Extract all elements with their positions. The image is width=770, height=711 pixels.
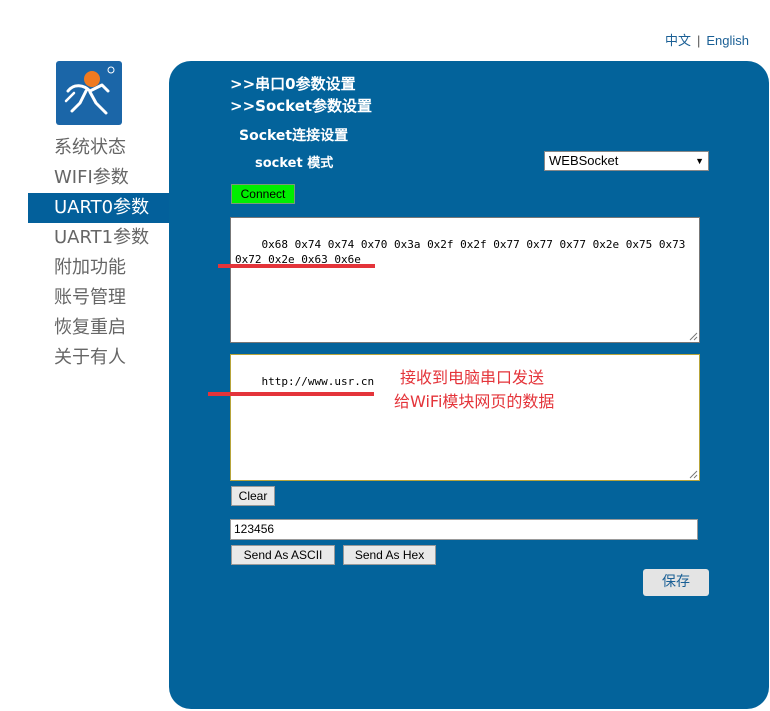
annotation-line-1: 接收到电脑串口发送 [400,368,545,387]
sidebar-item-wifi-params[interactable]: WIFI参数 [28,163,169,193]
sidebar-item-extra-functions[interactable]: 附加功能 [28,253,169,283]
resize-handle-icon[interactable] [689,470,698,479]
sidebar-item-account-management[interactable]: 账号管理 [28,283,169,313]
section-title: Socket连接设置 [239,128,349,144]
chinese-link[interactable]: 中文 [665,33,691,48]
sidebar-nav: 系统状态 WIFI参数 UART0参数 UART1参数 附加功能 账号管理 恢复… [28,133,169,373]
socket-mode-value: WEBSocket [549,153,619,168]
send-as-hex-button[interactable]: Send As Hex [343,545,436,565]
send-area-text: http://www.usr.cn [261,375,375,388]
sidebar-item-system-status[interactable]: 系统状态 [28,133,169,163]
sidebar-item-about[interactable]: 关于有人 [28,343,169,373]
receive-text: 0x68 0x74 0x74 0x70 0x3a 0x2f 0x2f 0x77 … [235,238,692,266]
dropdown-arrow-icon: ▼ [695,156,704,166]
usr-logo-icon [56,61,122,125]
sidebar-item-uart1-params[interactable]: UART1参数 [28,223,169,253]
annotation-line-send [208,392,374,396]
socket-mode-select[interactable]: WEBSocket ▼ [544,151,709,171]
send-input[interactable]: 123456 [230,519,698,540]
annotation-text: 接收到电脑串口发送 给WiFi模块网页的数据 [394,366,554,414]
sidebar-item-restore-restart[interactable]: 恢复重启 [28,313,169,343]
socket-mode-label: socket 模式 [255,156,334,171]
save-button[interactable]: 保存 [643,569,709,596]
annotation-line-receive [218,264,375,268]
clear-button[interactable]: Clear [231,486,275,506]
language-separator: | [696,33,701,48]
resize-handle-icon[interactable] [689,332,698,341]
english-link[interactable]: English [706,33,749,48]
connect-button[interactable]: Connect [231,184,295,204]
sidebar-item-uart0-params[interactable]: UART0参数 [28,193,169,223]
uart0-settings-link[interactable]: >>串口0参数设置 [230,73,356,94]
socket-settings-link[interactable]: >>Socket参数设置 [230,95,372,116]
receive-textarea[interactable]: 0x68 0x74 0x74 0x70 0x3a 0x2f 0x2f 0x77 … [230,217,700,343]
language-switcher: 中文 | English [665,30,749,49]
annotation-line-2: 给WiFi模块网页的数据 [394,392,555,411]
send-as-ascii-button[interactable]: Send As ASCII [231,545,335,565]
